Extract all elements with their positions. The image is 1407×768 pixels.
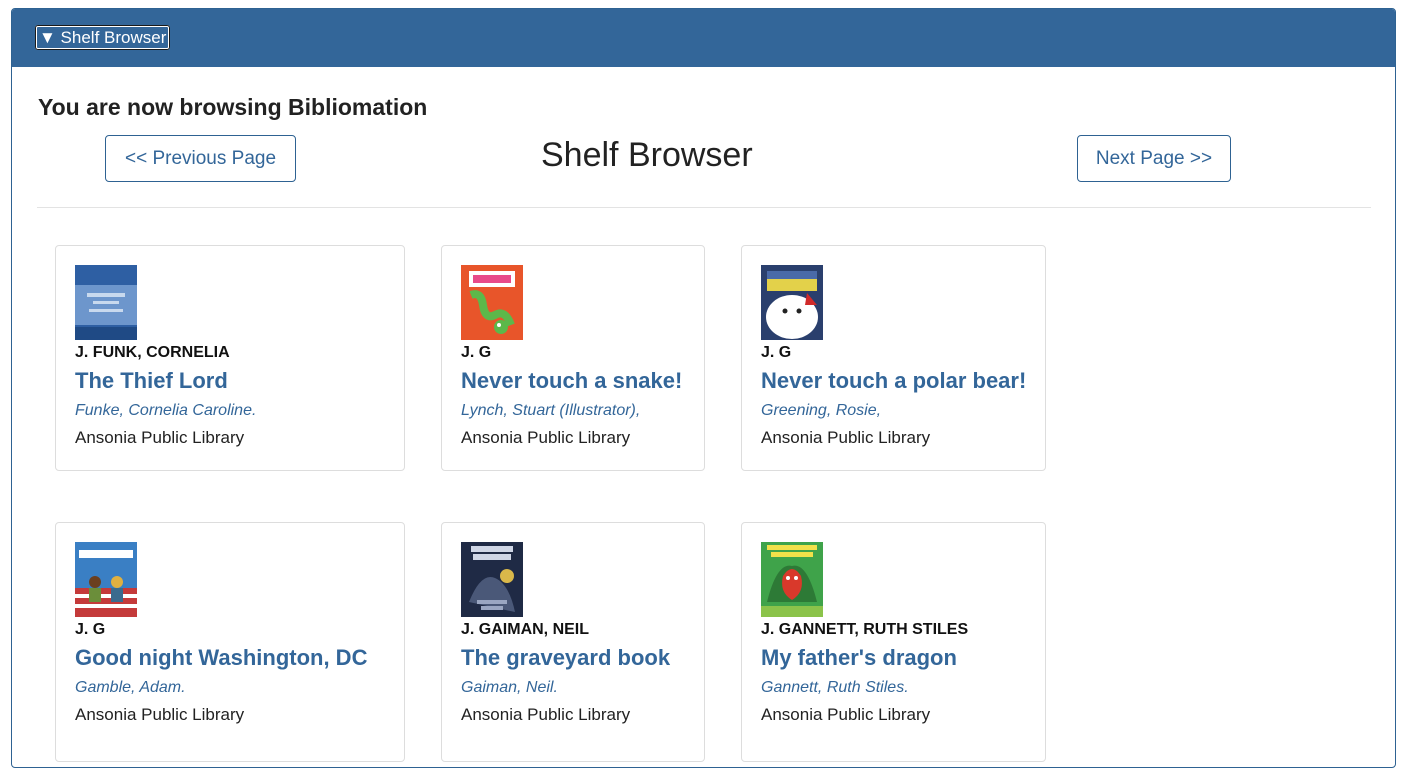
divider xyxy=(37,207,1371,208)
book-cover-art xyxy=(761,265,823,340)
library-name: Ansonia Public Library xyxy=(761,705,931,724)
library-name: Ansonia Public Library xyxy=(761,428,931,447)
book-cover-art xyxy=(461,542,523,617)
browsing-heading: You are now browsing Bibliomation xyxy=(38,94,428,120)
call-number: J. G xyxy=(461,344,492,361)
book-author: Gaiman, Neil. xyxy=(461,679,558,696)
book-author: Gamble, Adam. xyxy=(75,679,186,696)
book-card: J. G Never touch a polar bear! Greening,… xyxy=(741,245,1046,471)
library-name: Ansonia Public Library xyxy=(461,705,631,724)
book-cover-image[interactable] xyxy=(461,542,523,617)
book-cover-image[interactable] xyxy=(75,265,137,340)
book-cover-image[interactable] xyxy=(461,265,523,340)
book-cover-art xyxy=(75,542,137,617)
shelf-browser-panel: ▼ Shelf Browser You are now browsing Bib… xyxy=(11,8,1396,768)
book-cover-image[interactable] xyxy=(761,265,823,340)
library-name: Ansonia Public Library xyxy=(75,705,245,724)
next-page-button[interactable]: Next Page >> xyxy=(1077,135,1231,182)
call-number: J. GAIMAN, NEIL xyxy=(461,621,590,638)
call-number: J. G xyxy=(761,344,792,361)
book-title-link[interactable]: The Thief Lord xyxy=(75,368,228,394)
book-card: J. FUNK, CORNELIA The Thief Lord Funke, … xyxy=(55,245,405,471)
call-number: J. GANNETT, RUTH STILES xyxy=(761,621,969,638)
book-cover-art xyxy=(761,542,823,617)
call-number: J. FUNK, CORNELIA xyxy=(75,344,230,361)
shelf-browser-toggle-button[interactable]: ▼ Shelf Browser xyxy=(35,25,171,50)
book-card: J. GAIMAN, NEIL The graveyard book Gaima… xyxy=(441,522,705,762)
book-card: J. G Good night Washington, DC Gamble, A… xyxy=(55,522,405,762)
book-author: Gannett, Ruth Stiles. xyxy=(761,679,909,696)
book-title-link[interactable]: My father's dragon xyxy=(761,645,957,671)
book-card: J. G Never touch a snake! Lynch, Stuart … xyxy=(441,245,705,471)
book-author: Lynch, Stuart (Illustrator), xyxy=(461,402,641,419)
book-cover-image[interactable] xyxy=(761,542,823,617)
book-author: Greening, Rosie, xyxy=(761,402,882,419)
book-title-link[interactable]: Good night Washington, DC xyxy=(75,645,367,671)
book-cover-art xyxy=(461,265,523,340)
book-author: Funke, Cornelia Caroline. xyxy=(75,402,257,419)
book-cover-image[interactable] xyxy=(75,542,137,617)
call-number: J. G xyxy=(75,621,106,638)
book-title-link[interactable]: The graveyard book xyxy=(461,645,670,671)
library-name: Ansonia Public Library xyxy=(75,428,245,447)
book-card: J. GANNETT, RUTH STILES My father's drag… xyxy=(741,522,1046,762)
shelf-browser-toggle-label: ▼ Shelf Browser xyxy=(39,28,167,47)
panel-heading: ▼ Shelf Browser xyxy=(12,9,1395,67)
book-cover-art xyxy=(75,265,137,340)
page-title: Shelf Browser xyxy=(541,136,753,174)
book-title-link[interactable]: Never touch a polar bear! xyxy=(761,368,1026,394)
library-name: Ansonia Public Library xyxy=(461,428,631,447)
book-title-link[interactable]: Never touch a snake! xyxy=(461,368,682,394)
previous-page-button[interactable]: << Previous Page xyxy=(105,135,296,182)
